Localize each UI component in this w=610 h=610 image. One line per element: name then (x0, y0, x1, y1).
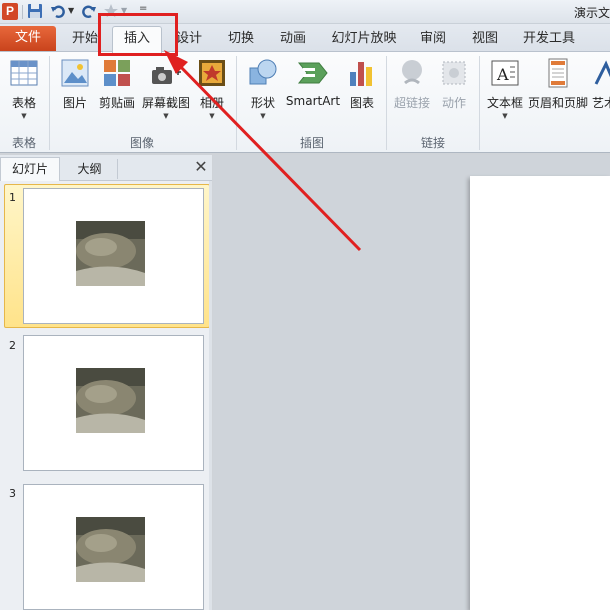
slide-thumbnail[interactable] (23, 484, 204, 610)
slide-number: 3 (9, 487, 16, 500)
group-divider (386, 56, 387, 150)
save-icon[interactable] (27, 3, 45, 21)
picture-icon (60, 58, 90, 91)
group-label-illustrations: 插图 (299, 136, 324, 150)
window-title: 演示文 (573, 6, 610, 20)
table-button[interactable]: 表格 ▼ (2, 56, 46, 126)
header-footer-button[interactable]: 页眉和页脚 (526, 56, 590, 126)
chevron-down-icon: ▼ (163, 112, 169, 120)
redo-icon[interactable] (81, 3, 97, 21)
shapes-label: 形状 (250, 96, 275, 110)
highlight-box (98, 13, 178, 56)
slide-number: 2 (9, 339, 16, 352)
textbox-icon: A (490, 58, 520, 91)
undo-dropdown-icon[interactable]: ▼ (68, 7, 75, 15)
chevron-down-icon: ▼ (502, 112, 508, 120)
hyperlink-label: 超链接 (393, 96, 430, 110)
title-bar: P ▼ ▼ = 演示文 (0, 0, 610, 24)
chart-label: 图表 (349, 96, 374, 110)
wordart-button[interactable]: 艺术 (592, 56, 610, 126)
chevron-down-icon: ▼ (260, 112, 266, 120)
clipart-button[interactable]: 剪贴画 (97, 56, 137, 126)
chevron-down-icon: ▼ (209, 112, 215, 120)
group-label-images: 图像 (129, 136, 154, 150)
screenshot-icon (150, 58, 182, 91)
tab-outline[interactable]: 大纲 (62, 159, 118, 179)
tab-view[interactable]: 视图 (464, 30, 506, 50)
powerpoint-app-icon[interactable]: P (2, 3, 18, 20)
rock-photo-image (76, 221, 145, 286)
textbox-button[interactable]: A 文本框 ▼ (484, 56, 526, 126)
action-label: 动作 (441, 96, 466, 110)
group-divider (49, 56, 50, 150)
action-icon (439, 58, 469, 91)
group-divider (236, 56, 237, 150)
undo-icon[interactable] (50, 3, 66, 21)
tab-animations[interactable]: 动画 (272, 30, 314, 50)
textbox-label: 文本框 (486, 96, 523, 110)
shapes-icon (248, 58, 278, 91)
group-divider (479, 56, 480, 150)
slide-thumbnail[interactable] (23, 335, 204, 471)
slide-number: 1 (9, 191, 16, 204)
photo-album-button[interactable]: 相册 ▼ (194, 56, 230, 126)
close-icon[interactable]: ✕ (193, 158, 209, 176)
rock-photo-image (76, 517, 145, 582)
photo-album-label: 相册 (199, 96, 224, 110)
tab-transitions[interactable]: 切换 (220, 30, 262, 50)
picture-button[interactable]: 图片 (54, 56, 96, 126)
tab-slideshow[interactable]: 幻灯片放映 (326, 30, 402, 50)
photo-album-icon (197, 58, 227, 91)
table-label: 表格 (11, 96, 36, 110)
screenshot-button[interactable]: 屏幕截图 ▼ (138, 56, 194, 126)
header-footer-icon (543, 58, 573, 91)
header-footer-label: 页眉和页脚 (527, 96, 588, 110)
hyperlink-button[interactable]: 超链接 (390, 56, 434, 126)
smartart-label: SmartArt (285, 94, 341, 108)
smartart-icon (297, 58, 329, 91)
tab-review[interactable]: 审阅 (412, 30, 454, 50)
hyperlink-icon (397, 58, 427, 91)
rock-photo-image (76, 368, 145, 433)
slide-thumbnail[interactable] (23, 188, 204, 324)
smartart-button[interactable]: SmartArt (285, 56, 341, 126)
screenshot-label: 屏幕截图 (141, 96, 190, 110)
chart-icon (347, 58, 377, 91)
wordart-icon (592, 58, 610, 91)
tab-developer[interactable]: 开发工具 (516, 30, 582, 50)
quick-access-separator (22, 5, 23, 19)
group-label-links: 链接 (420, 136, 445, 150)
chart-button[interactable]: 图表 (342, 56, 382, 126)
wordart-label: 艺术 (592, 96, 610, 110)
slides-pane-scrollbar[interactable] (209, 181, 212, 610)
chevron-down-icon: ▼ (21, 112, 27, 120)
slide-canvas[interactable] (470, 176, 610, 610)
shapes-button[interactable]: 形状 ▼ (242, 56, 284, 126)
clipart-label: 剪贴画 (98, 96, 135, 110)
table-icon (9, 58, 39, 91)
tab-slides[interactable]: 幻灯片 (0, 157, 60, 181)
clipart-icon (102, 58, 132, 91)
tab-file[interactable]: 文件 (0, 26, 56, 51)
svg-text:A: A (496, 65, 509, 84)
action-button[interactable]: 动作 (434, 56, 474, 126)
qat-overflow-icon[interactable]: = (139, 4, 147, 14)
picture-label: 图片 (62, 96, 87, 110)
group-label-table: 表格 (11, 136, 36, 150)
